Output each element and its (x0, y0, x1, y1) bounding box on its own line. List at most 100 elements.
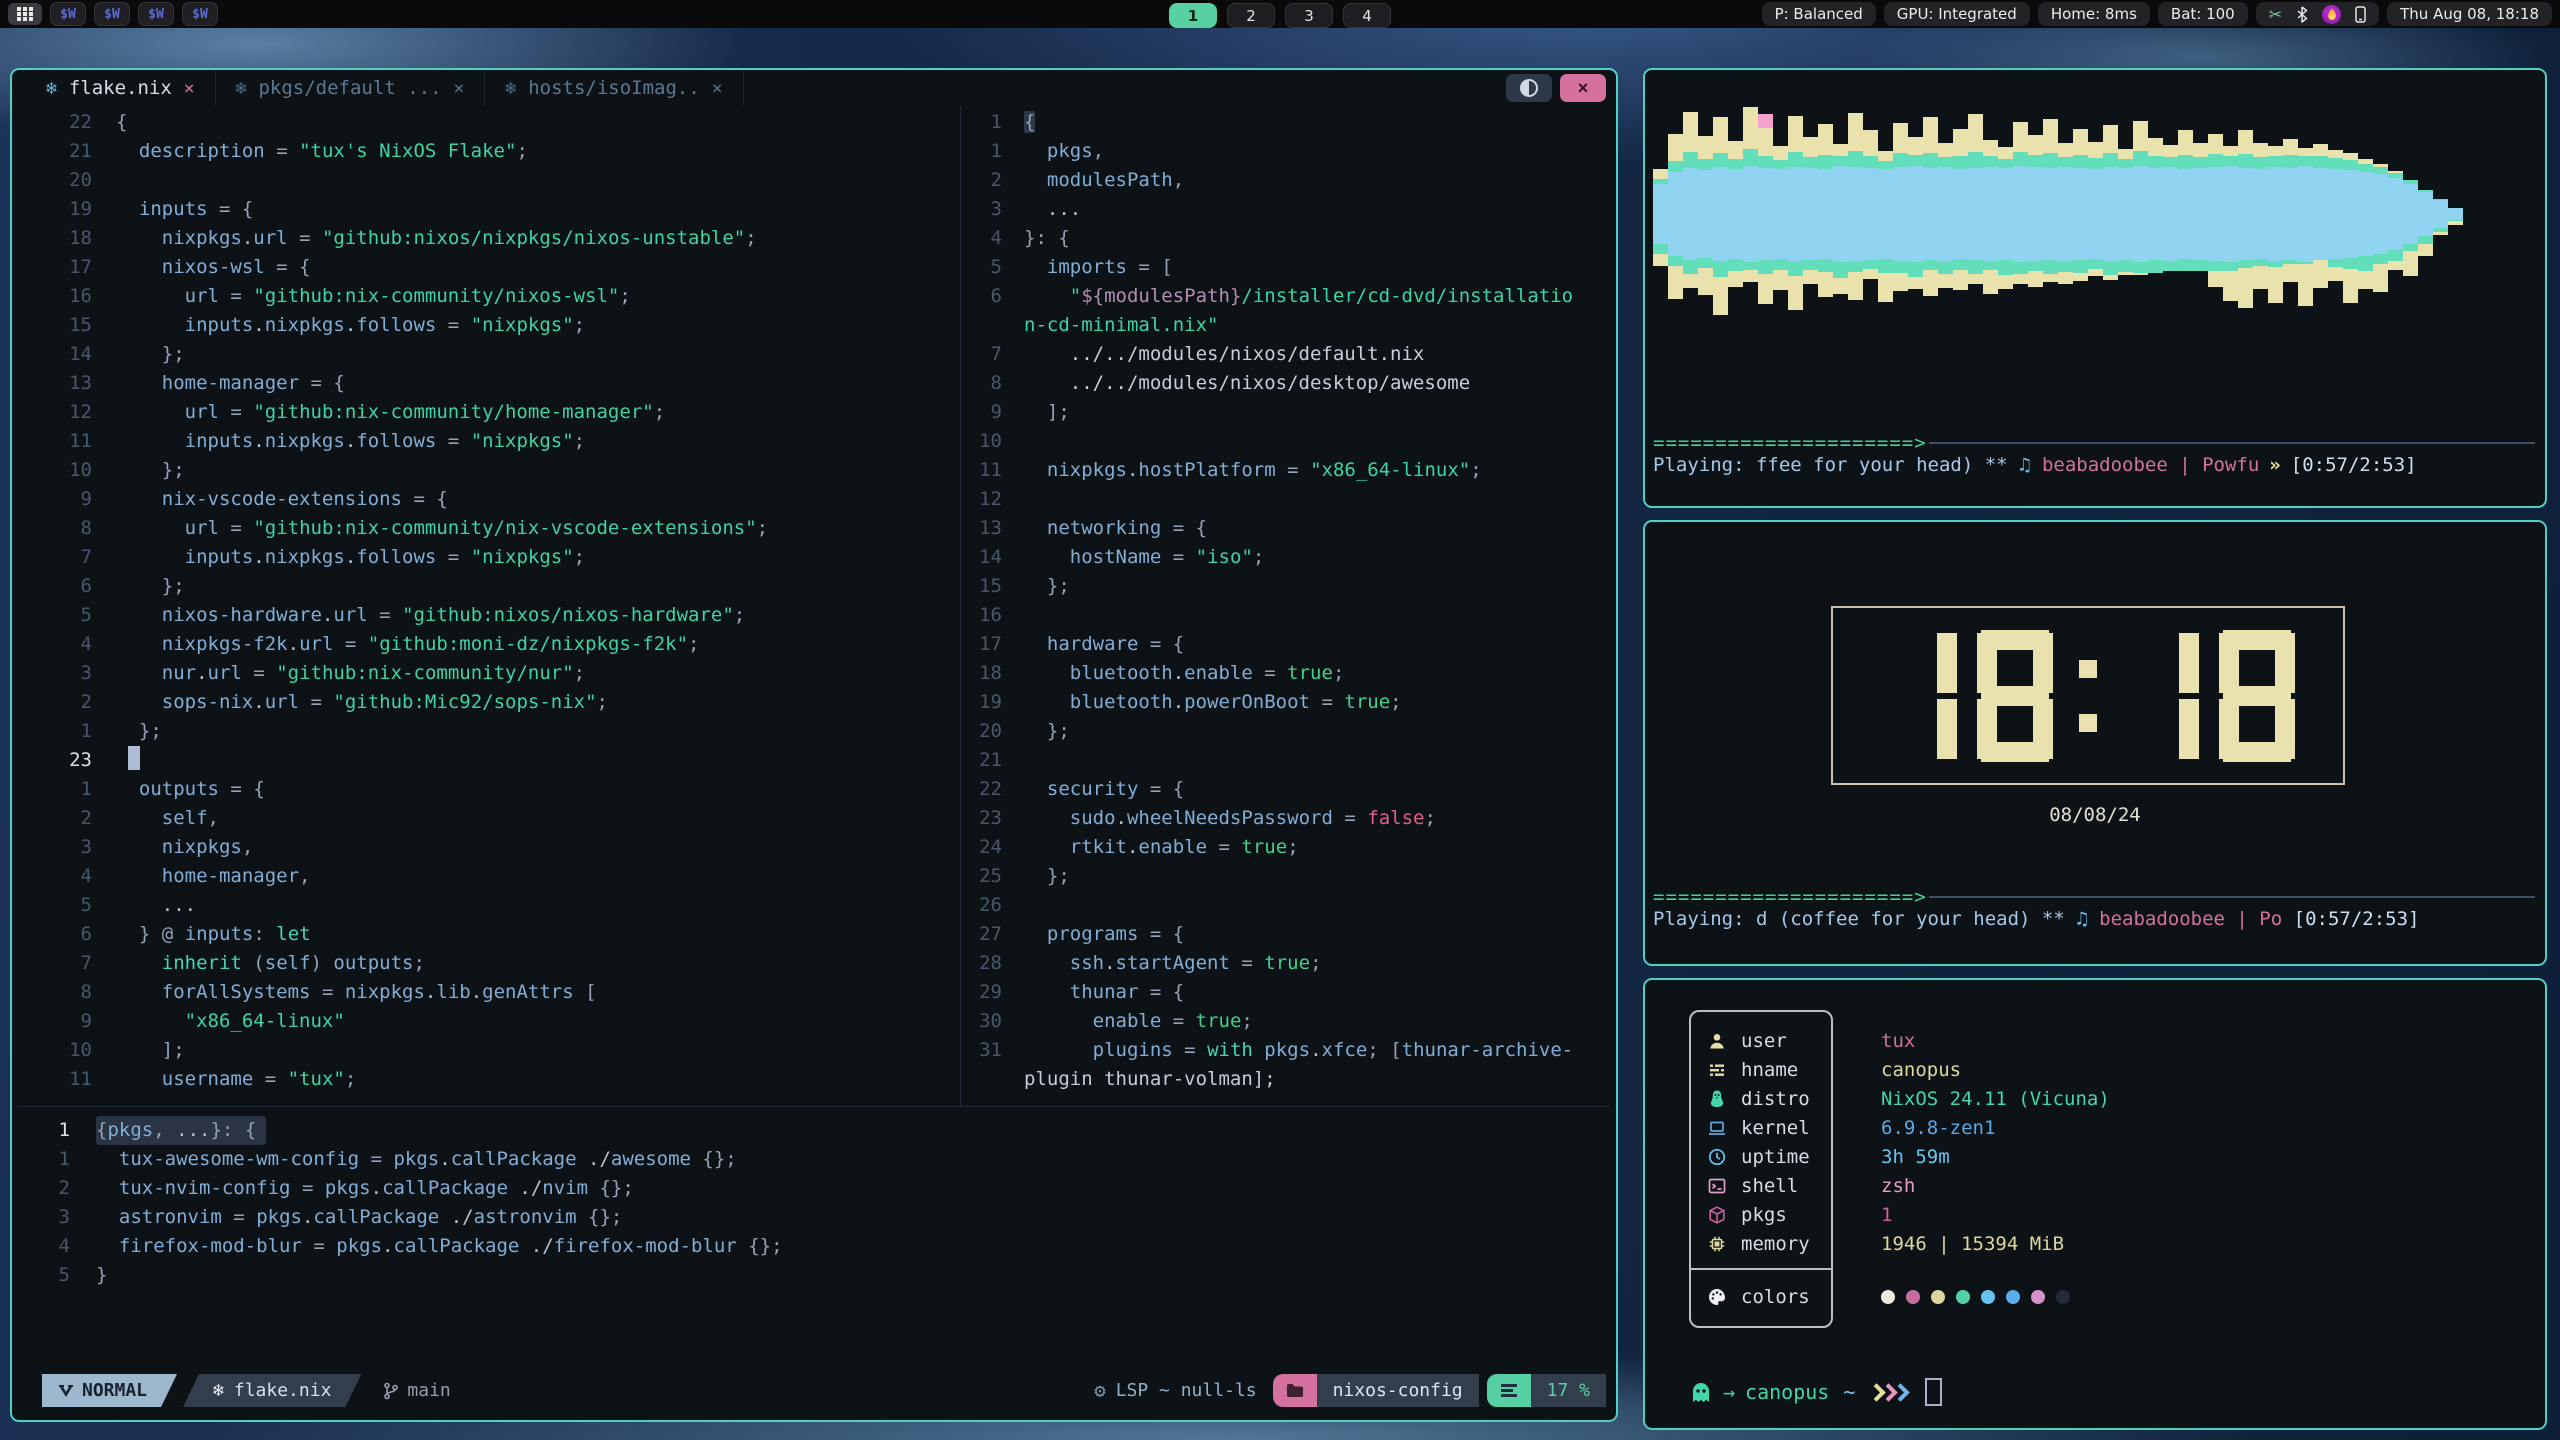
workspace-button[interactable]: 4 (1343, 3, 1391, 28)
code-line: 4 nixpkgs-f2k.url = "github:moni-dz/nixp… (22, 630, 958, 659)
code-text: nixpkgs.hostPlatform = "x86_64-linux"; (1024, 456, 1482, 485)
code-text: rtkit.enable = true; (1024, 833, 1299, 862)
bluetooth-icon[interactable] (2296, 6, 2308, 23)
code-line: 3 nur.url = "github:nix-community/nur"; (22, 659, 958, 688)
terminal-icon (1705, 1176, 1729, 1196)
clock-digit (1881, 630, 1957, 762)
code-text: inputs = { (116, 195, 253, 224)
shell-prompt[interactable]: → canopus ~ (1689, 1378, 1942, 1406)
line-number: 7 (968, 340, 1012, 369)
code-text: pkgs, (1024, 137, 1104, 166)
code-text: nixos-wsl = { (116, 253, 311, 282)
line-number: 3 (968, 195, 1012, 224)
line-number: 4 (22, 630, 104, 659)
code-text: inputs.nixpkgs.follows = "nixpkgs"; (116, 543, 585, 572)
code-text: nixpkgs.url = "github:nixos/nixpkgs/nixo… (116, 224, 757, 253)
code-line: 1 outputs = { (22, 775, 958, 804)
phone-icon[interactable] (2355, 6, 2366, 23)
line-number: 5 (968, 253, 1012, 282)
neovim-window: ❄flake.nix×❄pkgs/default ...×❄hosts/isoI… (10, 68, 1618, 1422)
status-pill: P: Balanced (1762, 2, 1876, 26)
fetch-terminal: usertuxhnamecanopusdistroNixOS 24.11 (Vi… (1643, 978, 2547, 1430)
line-number: 8 (22, 514, 104, 543)
fetch-label: uptime (1741, 1146, 1851, 1168)
code-line: 10 (968, 427, 1618, 456)
code-line: n-cd-minimal.nix" (968, 311, 1618, 340)
fetch-row: memory1946 | 15394 MiB (1689, 1229, 2064, 1258)
tab-close-icon[interactable]: × (712, 78, 723, 99)
code-text: enable = true; (1024, 1007, 1253, 1036)
line-number: 13 (22, 369, 104, 398)
code-text: nixpkgs, (116, 833, 253, 862)
code-pane-flake[interactable]: 22{21 description = "tux's NixOS Flake";… (22, 108, 958, 1094)
awesome-tag[interactable]: $W (182, 2, 218, 26)
code-text: ssh.startAgent = true; (1024, 949, 1322, 978)
nix-snowflake-icon: ❄ (505, 78, 516, 99)
editor-tab[interactable]: ❄hosts/isoImag..× (485, 70, 743, 106)
chip-icon (1705, 1234, 1729, 1254)
code-text (116, 746, 140, 775)
editor-tab[interactable]: ❄pkgs/default ...× (216, 70, 486, 106)
code-line: 1{ (968, 108, 1618, 137)
code-pane-isoimage[interactable]: 1{1 pkgs,2 modulesPath,3 ...4}: {5 impor… (968, 108, 1618, 1094)
terminal-cursor (1925, 1378, 1942, 1406)
line-number: 1 (968, 137, 1012, 166)
status-pill: GPU: Integrated (1884, 2, 2030, 26)
fetch-label: hname (1741, 1059, 1851, 1081)
awesome-tag[interactable]: $W (50, 2, 86, 26)
line-number: 9 (22, 485, 104, 514)
line-number: 8 (22, 978, 104, 1007)
code-text: } (96, 1261, 107, 1290)
clock-digit (2219, 630, 2295, 762)
prompt-host: canopus (1745, 1380, 1829, 1404)
line-number: 1 (22, 775, 104, 804)
gear-icon: ⚙ (1094, 1380, 1105, 1402)
vertical-split-separator[interactable] (960, 106, 961, 1106)
now-playing-line: Playing: ffee for your head) ** ♫ beabad… (1653, 454, 2417, 476)
code-text: url = "github:nix-community/nixos-wsl"; (116, 282, 631, 311)
workspace-button[interactable]: 2 (1227, 3, 1275, 28)
tab-close-icon[interactable]: × (454, 78, 465, 99)
code-line: 31 plugins = with pkgs.xfce; [thunar-arc… (968, 1036, 1618, 1065)
code-text: plugin thunar-volman]; (1024, 1065, 1276, 1094)
scissors-icon[interactable]: ✂ (2269, 5, 2282, 24)
code-line: 6 "${modulesPath}/installer/cd-dvd/insta… (968, 282, 1618, 311)
awesome-tag[interactable]: $W (138, 2, 174, 26)
editor-tab[interactable]: ❄flake.nix× (26, 70, 216, 106)
line-number: 10 (22, 456, 104, 485)
workspace-button[interactable]: 1 (1169, 3, 1217, 28)
workspace-button[interactable]: 3 (1285, 3, 1333, 28)
code-text: imports = [ (1024, 253, 1173, 282)
penguin-icon (1705, 1089, 1729, 1109)
fetch-row: shellzsh (1689, 1171, 1915, 1200)
code-line: 2 sops-nix.url = "github:Mic92/sops-nix"… (22, 688, 958, 717)
line-number: 11 (968, 456, 1012, 485)
code-line: 5 nixos-hardware.url = "github:nixos/nix… (22, 601, 958, 630)
code-pane-pkgs-default[interactable]: 1{pkgs, ...}: {1 tux-awesome-wm-config =… (22, 1116, 1612, 1290)
line-number: 18 (22, 224, 104, 253)
tab-label: flake.nix (69, 77, 172, 99)
editor-cursor (128, 746, 140, 770)
line-number: 23 (22, 746, 104, 775)
fetch-row: kernel6.9.8-zen1 (1689, 1113, 1995, 1142)
flame-icon[interactable] (2322, 5, 2341, 24)
fetch-value: zsh (1881, 1175, 1915, 1197)
code-text: ../../modules/nixos/desktop/awesome (1024, 369, 1470, 398)
fetch-value: NixOS 24.11 (Vicuna) (1881, 1088, 2110, 1110)
theme-toggle-button[interactable] (1506, 74, 1552, 102)
awesome-tag[interactable]: $W (94, 2, 130, 26)
horizontal-split-separator[interactable] (18, 1106, 1610, 1107)
line-number: 23 (968, 804, 1012, 833)
code-line: 13 networking = { (968, 514, 1618, 543)
line-number: 11 (22, 1065, 104, 1094)
line-number: 9 (968, 398, 1012, 427)
chevron-right-icon: » (2269, 454, 2280, 476)
fetch-label: pkgs (1741, 1204, 1851, 1226)
tab-label: pkgs/default ... (258, 77, 441, 99)
code-text: "${modulesPath}/installer/cd-dvd/install… (1024, 282, 1573, 311)
code-text: sudo.wheelNeedsPassword = false; (1024, 804, 1436, 833)
line-number: 27 (968, 920, 1012, 949)
tab-close-icon[interactable]: × (184, 78, 195, 99)
launcher-button[interactable] (8, 3, 42, 25)
window-close-button[interactable]: × (1560, 74, 1606, 102)
